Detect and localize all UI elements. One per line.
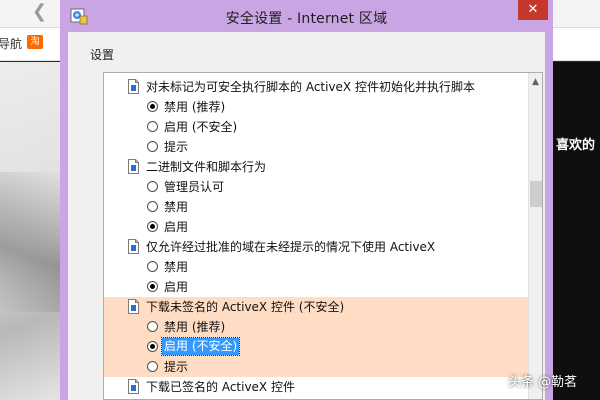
script-page-icon: [128, 159, 139, 174]
setting-category: 下载未签名的 ActiveX 控件 (不安全): [104, 297, 528, 317]
close-button[interactable]: ✕: [518, 0, 548, 20]
back-arrow-icon: ❮: [32, 1, 48, 22]
radio-checked-icon[interactable]: [147, 281, 158, 292]
category-label: 下载已签名的 ActiveX 控件: [146, 380, 295, 394]
background-right-panel: [553, 62, 600, 400]
watermark-text: 头条 @勒茗: [508, 375, 578, 390]
option-label[interactable]: 禁用: [164, 257, 188, 277]
setting-option[interactable]: 启用: [104, 277, 528, 297]
script-page-icon: [128, 379, 139, 394]
chevron-up-icon[interactable]: ▲: [532, 78, 539, 87]
setting-category: 下载已签名的 ActiveX 控件: [104, 377, 528, 397]
option-label[interactable]: 启用: [164, 217, 188, 237]
option-label[interactable]: 禁用 (推荐): [164, 97, 225, 117]
vertical-scrollbar[interactable]: ▲: [528, 73, 542, 399]
background-left-image: [0, 62, 68, 400]
setting-option[interactable]: 禁用: [104, 257, 528, 277]
setting-option[interactable]: 管理员认可: [104, 177, 528, 197]
dialog-client-area: 设置 对未标记为可安全执行脚本的 ActiveX 控件初始化并执行脚本禁用 (推…: [68, 32, 545, 400]
taobao-favicon-icon[interactable]: 淘: [27, 35, 43, 49]
radio-checked-icon[interactable]: [147, 101, 158, 112]
option-label[interactable]: 禁用 (推荐): [164, 317, 225, 337]
radio-unchecked-icon[interactable]: [147, 361, 158, 372]
radio-unchecked-icon[interactable]: [147, 321, 158, 332]
option-label[interactable]: 管理员认可: [164, 177, 224, 197]
radio-unchecked-icon[interactable]: [147, 181, 158, 192]
option-label[interactable]: 禁用: [164, 197, 188, 217]
option-label[interactable]: 启用 (不安全): [160, 337, 241, 356]
category-label: 二进制文件和脚本行为: [146, 160, 267, 174]
script-page-icon: [128, 299, 139, 314]
radio-checked-icon[interactable]: [147, 221, 158, 232]
bookmark-nav-label[interactable]: 导航: [0, 35, 22, 52]
radio-unchecked-icon[interactable]: [147, 201, 158, 212]
settings-list[interactable]: 对未标记为可安全执行脚本的 ActiveX 控件初始化并执行脚本 禁用 (推荐) 启…: [103, 72, 543, 400]
radio-unchecked-icon[interactable]: [147, 261, 158, 272]
option-label[interactable]: 提示: [164, 357, 188, 377]
option-label[interactable]: 启用: [164, 277, 188, 297]
setting-option[interactable]: 启用: [104, 217, 528, 237]
setting-option[interactable]: 禁用: [104, 197, 528, 217]
setting-option[interactable]: 启用 (不安全): [104, 337, 528, 357]
scrollbar-thumb[interactable]: [530, 181, 542, 207]
setting-option[interactable]: 启用 (不安全): [104, 117, 528, 137]
setting-option[interactable]: 禁用 (推荐): [104, 97, 528, 117]
background-right-text: 喜欢的: [556, 138, 596, 153]
dialog-titlebar[interactable]: 安全设置 - Internet 区域 ✕: [60, 0, 553, 32]
radio-checked-icon[interactable]: [147, 341, 158, 352]
security-settings-dialog: 安全设置 - Internet 区域 ✕ 设置 对未标记为可安全执行脚本的 Ac…: [60, 0, 553, 400]
radio-unchecked-icon[interactable]: [147, 121, 158, 132]
settings-rows: 对未标记为可安全执行脚本的 ActiveX 控件初始化并执行脚本 禁用 (推荐) 启…: [104, 77, 528, 397]
setting-category: 对未标记为可安全执行脚本的 ActiveX 控件初始化并执行脚本: [104, 77, 528, 97]
option-label[interactable]: 提示: [164, 137, 188, 157]
settings-group-label: 设置: [90, 48, 115, 62]
category-label: 对未标记为可安全执行脚本的 ActiveX 控件初始化并执行脚本: [146, 80, 475, 94]
category-label: 下载未签名的 ActiveX 控件 (不安全): [146, 300, 345, 314]
setting-category: 二进制文件和脚本行为: [104, 157, 528, 177]
category-label: 仅允许经过批准的域在未经提示的情况下使用 ActiveX: [146, 240, 436, 254]
dialog-title: 安全设置 - Internet 区域: [225, 11, 388, 27]
option-label[interactable]: 启用 (不安全): [164, 117, 237, 137]
script-page-icon: [128, 79, 139, 94]
radio-unchecked-icon[interactable]: [147, 141, 158, 152]
setting-category: 仅允许经过批准的域在未经提示的情况下使用 ActiveX: [104, 237, 528, 257]
setting-option[interactable]: 提示: [104, 357, 528, 377]
script-page-icon: [128, 239, 139, 254]
setting-option[interactable]: 禁用 (推荐): [104, 317, 528, 337]
setting-option[interactable]: 提示: [104, 137, 528, 157]
